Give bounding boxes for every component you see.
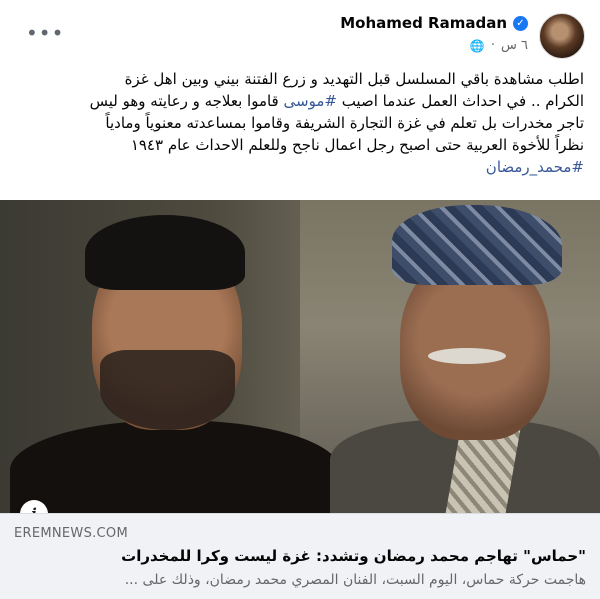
link-preview[interactable]: EREMNEWS.COM "حماس" تهاجم محمد رمضان وتش… bbox=[0, 513, 600, 599]
facebook-post: ••• Mohamed Ramadan ✓ ٦ س · 🌐 اطلب مشاهد… bbox=[0, 0, 600, 599]
person-left-body bbox=[10, 420, 340, 513]
verified-badge-icon: ✓ bbox=[513, 15, 528, 31]
person-left-hair bbox=[85, 215, 245, 290]
post-text-segment: قاموا بعلاجه و رعايته وهو ليس bbox=[89, 92, 284, 110]
post-text: اطلب مشاهدة باقي المسلسل قبل التهديد و ز… bbox=[20, 68, 584, 178]
post-text-segment: الكرام .. في احداث العمل عندما اصيب bbox=[336, 92, 584, 110]
post-text-line: نظراً للأخوة العربية حتى اصبح رجل اعمال … bbox=[130, 136, 584, 154]
post-text-line: اطلب مشاهدة باقي المسلسل قبل التهديد و ز… bbox=[124, 70, 584, 88]
post-photo[interactable]: i bbox=[0, 200, 600, 513]
meta-separator: · bbox=[490, 38, 495, 53]
globe-icon[interactable]: 🌐 bbox=[470, 39, 485, 53]
post-text-line: الكرام .. في احداث العمل عندما اصيب #موس… bbox=[20, 90, 584, 112]
avatar[interactable] bbox=[539, 13, 585, 59]
more-options-icon[interactable]: ••• bbox=[26, 23, 64, 43]
person-right-headscarf bbox=[392, 205, 562, 285]
post-text-line: #محمد_رمضان bbox=[20, 156, 584, 178]
post-text-line: تاجر مخدرات بل تعلم في غزة التجارة الشري… bbox=[105, 114, 584, 132]
post-author[interactable]: Mohamed Ramadan ✓ bbox=[340, 14, 528, 32]
hashtag-link[interactable]: #موسى bbox=[284, 92, 337, 110]
hashtag-link[interactable]: #محمد_رمضان bbox=[486, 158, 584, 176]
post-time[interactable]: ٦ س bbox=[501, 38, 528, 53]
author-name[interactable]: Mohamed Ramadan bbox=[340, 14, 507, 32]
person-right-mustache bbox=[428, 348, 506, 364]
link-title[interactable]: "حماس" تهاجم محمد رمضان وتشدد: غزة ليست … bbox=[14, 547, 586, 565]
person-left-beard bbox=[100, 350, 235, 430]
link-description: هاجمت حركة حماس، اليوم السبت، الفنان الم… bbox=[124, 572, 586, 588]
link-domain: EREMNEWS.COM bbox=[14, 526, 128, 541]
post-meta: ٦ س · 🌐 bbox=[470, 38, 528, 53]
